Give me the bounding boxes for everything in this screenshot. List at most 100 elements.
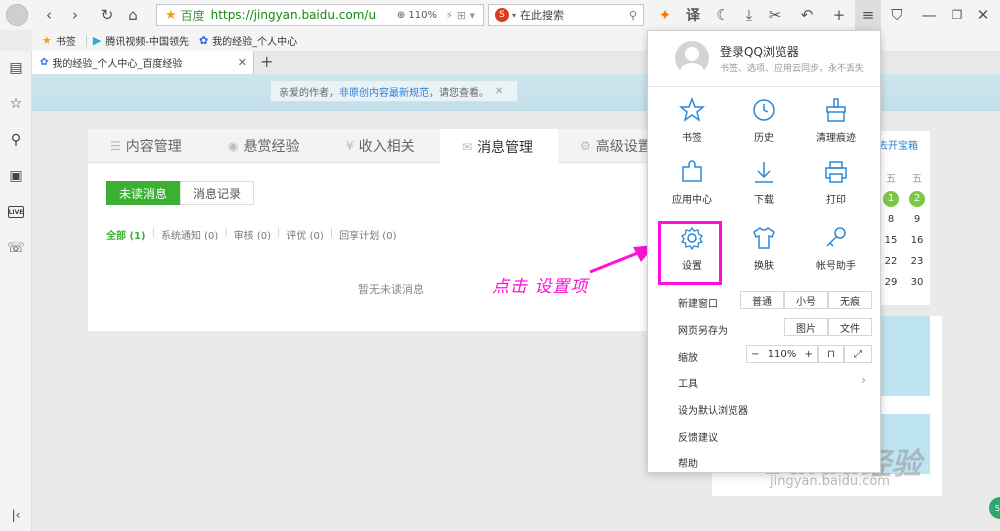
download-icon	[755, 162, 773, 183]
floating-badge[interactable]: 59	[989, 497, 1000, 519]
menu-skin[interactable]: 换肤	[728, 223, 800, 283]
refresh-icon[interactable]: ↻	[96, 4, 118, 26]
menu-clear-traces[interactable]: 清理痕迹	[800, 95, 872, 155]
filter-rating[interactable]: 评优 (0)	[286, 227, 323, 242]
add-icon[interactable]: +	[828, 4, 850, 26]
save-as-image[interactable]: 图片	[784, 318, 828, 336]
left-sidebar: ▤ ☆ ⚲ ▣ LIVE ☏ |‹	[0, 51, 32, 531]
bookmark-item[interactable]: ▶ 腾讯视频-中国领先	[93, 33, 189, 48]
live-icon[interactable]: LIVE	[5, 201, 27, 223]
new-window-small[interactable]: 小号	[784, 291, 828, 309]
ad-image[interactable]	[880, 316, 930, 396]
tab-baidu-jingyan[interactable]: ✿ 我的经验_个人中心_百度经验 ✕	[32, 51, 254, 74]
forward-icon[interactable]: ›	[64, 4, 86, 26]
translate-icon[interactable]: 译	[682, 4, 704, 26]
reader-icon[interactable]: ▤	[5, 57, 27, 79]
notice-link[interactable]: 非原创内容最新规范	[339, 84, 429, 99]
zoom-in-button[interactable]: +	[804, 349, 812, 360]
game-icon[interactable]: ✦	[654, 4, 676, 26]
chevron-right-icon: ›	[861, 373, 866, 387]
menu-history[interactable]: 历史	[728, 95, 800, 155]
video-icon: ▶	[92, 34, 102, 47]
restore-icon[interactable]: ❐	[946, 4, 968, 26]
address-tools-icon[interactable]: ⚡ ⊞ ▾	[446, 9, 475, 22]
tab-income[interactable]: ¥ 收入相关	[346, 129, 415, 163]
divider	[648, 86, 880, 87]
annotation-text: 点击 设置项	[492, 277, 589, 297]
close-window-icon[interactable]: ✕	[972, 4, 994, 26]
undo-close-icon[interactable]: ↶	[796, 4, 818, 26]
favorites-star-icon[interactable]: ☆	[5, 93, 27, 115]
message-history-tab[interactable]: 消息记录	[180, 181, 255, 205]
new-window-normal[interactable]: 普通	[740, 291, 784, 309]
search-box[interactable]: S ▾ 在此搜索 ⚲	[488, 4, 644, 26]
hamburger-menu-icon[interactable]: ≡	[857, 4, 879, 26]
search-engine-icon[interactable]: S	[495, 8, 509, 22]
zoom-lock-icon[interactable]: ⊓	[818, 345, 844, 363]
menu-print[interactable]: 打印	[800, 157, 872, 217]
puzzle-icon	[682, 160, 702, 182]
search-icon[interactable]: ⚲	[629, 9, 637, 22]
site-name: 百度	[180, 8, 205, 23]
message-filters: 全部 (1) | 系统通知 (0) | 审核 (0) | 评优 (0) | 回享计划 (…	[106, 227, 397, 242]
fullscreen-icon[interactable]: ⤢	[844, 345, 872, 363]
chat-icon[interactable]: ☏	[5, 237, 27, 259]
skin-icon[interactable]: ⛉	[886, 4, 908, 26]
zoom-out-button[interactable]: −	[751, 349, 759, 360]
back-icon[interactable]: ‹	[38, 4, 60, 26]
download-icon[interactable]: ⤓	[738, 4, 760, 26]
filter-review[interactable]: 审核 (0)	[234, 227, 271, 242]
menu-download[interactable]: 下载	[728, 157, 800, 217]
menu-account-helper[interactable]: 帐号助手	[800, 223, 872, 283]
search-icon[interactable]: ⚲	[5, 129, 27, 151]
menu-set-default[interactable]: 设为默认浏览器	[678, 402, 748, 417]
tab-messages[interactable]: ✉ 消息管理	[440, 129, 558, 164]
collapse-sidebar-icon[interactable]: |‹	[5, 504, 27, 526]
broom-icon	[826, 98, 846, 122]
new-tab-icon[interactable]: +	[260, 52, 273, 71]
notice-bar: 亲爱的作者， 非原创内容最新规范 ，请您查看。 ✕	[270, 80, 518, 102]
new-window-incognito[interactable]: 无痕	[828, 291, 872, 309]
home-icon[interactable]: ⌂	[122, 4, 144, 26]
new-window-label: 新建窗口	[678, 299, 718, 310]
yen-icon: ¥	[346, 139, 354, 153]
bookmark-item[interactable]: ★ 书签	[42, 33, 76, 48]
empty-state: 暂无未读消息	[358, 283, 424, 296]
bookmark-star-icon[interactable]: ★	[165, 8, 177, 23]
login-link[interactable]: 登录QQ浏览器	[720, 43, 799, 60]
url-text[interactable]: https://jingyan.baidu.com/u	[211, 8, 376, 22]
engine-dropdown-icon[interactable]: ▾	[512, 11, 516, 20]
save-as-file[interactable]: 文件	[828, 318, 872, 336]
tab-content-management[interactable]: ☰ 内容管理	[110, 129, 182, 163]
minimize-icon[interactable]: —	[918, 4, 940, 26]
star-icon: ★	[42, 34, 52, 47]
unread-messages-tab[interactable]: 未读消息	[106, 181, 181, 205]
close-icon[interactable]: ✕	[495, 86, 503, 97]
menu-help[interactable]: 帮助	[678, 455, 698, 470]
video-icon[interactable]: ▣	[5, 165, 27, 187]
shirt-icon	[753, 227, 775, 249]
night-mode-icon[interactable]: ☾	[712, 4, 734, 26]
filter-share-plan[interactable]: 回享计划 (0)	[339, 227, 396, 242]
zoom-indicator[interactable]: ⊕ 110%	[397, 10, 437, 21]
baidu-paw-icon: ✿	[40, 57, 49, 68]
menu-feedback[interactable]: 反馈建议	[678, 429, 718, 444]
tab-bounty[interactable]: ◉ 悬赏经验	[228, 129, 299, 163]
search-placeholder: 在此搜索	[520, 9, 565, 22]
open-treasure-link[interactable]: 去开宝箱	[878, 137, 918, 152]
menu-app-center[interactable]: 应用中心	[656, 157, 728, 217]
gear-icon: ⚙	[580, 139, 591, 153]
bookmark-item[interactable]: ✿ 我的经验_个人中心	[199, 33, 297, 48]
settings-highlight-box	[658, 221, 722, 285]
avatar[interactable]	[675, 41, 709, 75]
tab-close-icon[interactable]: ✕	[238, 56, 247, 69]
screenshot-icon[interactable]: ✂	[764, 4, 786, 26]
user-avatar-icon[interactable]	[6, 4, 28, 26]
menu-bookmarks[interactable]: 书签	[656, 95, 728, 155]
filter-all[interactable]: 全部 (1)	[106, 227, 146, 242]
tab-advanced-settings[interactable]: ⚙ 高级设置	[580, 129, 652, 163]
filter-system[interactable]: 系统通知 (0)	[161, 227, 218, 242]
address-bar[interactable]: ★ 百度 https://jingyan.baidu.com/u ⊕ 110% …	[156, 4, 484, 26]
sub-tabs: 未读消息 消息记录	[106, 181, 255, 205]
menu-tools[interactable]: 工具	[678, 375, 878, 390]
